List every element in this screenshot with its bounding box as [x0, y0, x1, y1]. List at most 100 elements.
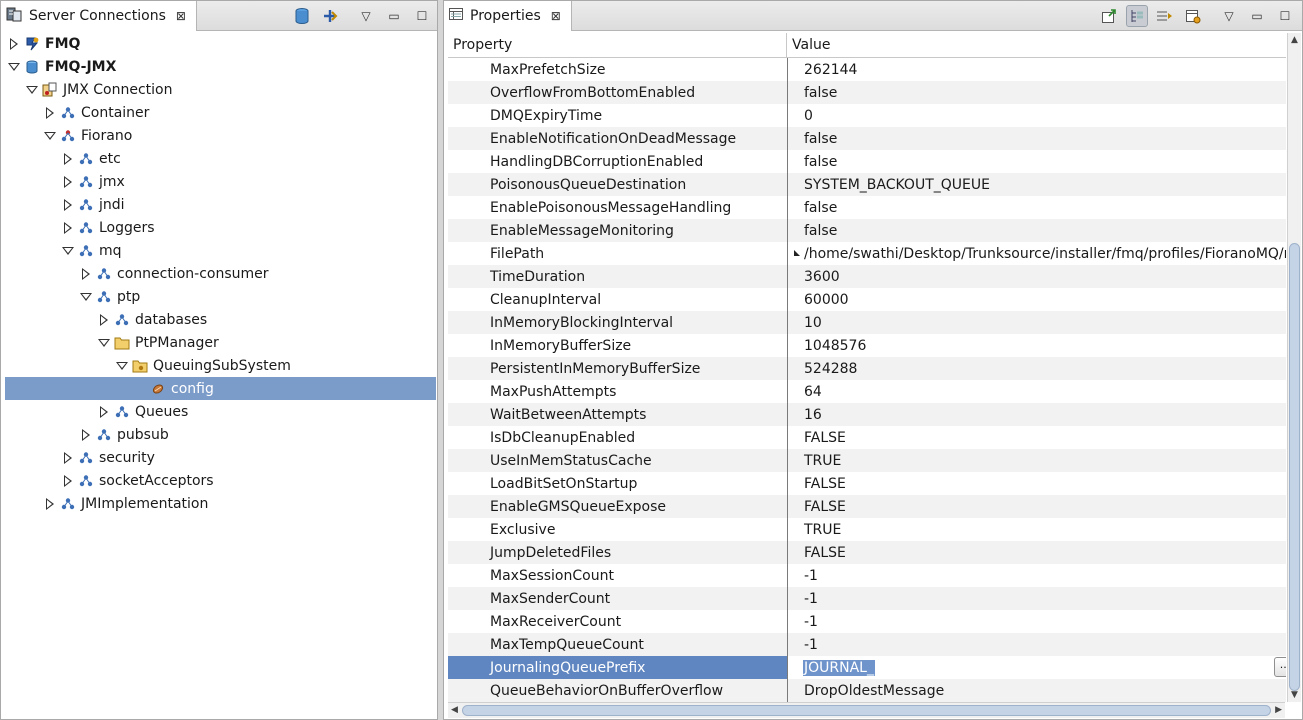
minimize-icon[interactable]: ▭: [383, 5, 405, 27]
restore-defaults-icon[interactable]: [1182, 5, 1204, 27]
scroll-right-icon[interactable]: ▶: [1275, 705, 1282, 715]
horizontal-scrollbar[interactable]: ◀ ▶: [448, 702, 1285, 718]
database-icon[interactable]: [291, 5, 313, 27]
connect-icon[interactable]: [319, 5, 341, 27]
maximize-icon[interactable]: ☐: [1274, 5, 1296, 27]
property-value[interactable]: -1: [788, 610, 1286, 633]
property-value[interactable]: 16: [788, 403, 1286, 426]
property-name[interactable]: MaxSessionCount: [448, 564, 788, 587]
property-row[interactable]: QueueBehaviorOnBufferOverflow DropOldestM…: [448, 679, 1286, 702]
view-menu-icon[interactable]: ▽: [1218, 5, 1240, 27]
expand-arrow-icon[interactable]: [59, 198, 77, 211]
collapse-arrow-icon[interactable]: [95, 338, 113, 347]
scroll-up-icon[interactable]: ▲: [1291, 35, 1298, 45]
tree-item-config[interactable]: config: [5, 377, 436, 400]
show-categories-icon[interactable]: [1126, 5, 1148, 27]
property-name[interactable]: EnablePoisonousMessageHandling: [448, 196, 788, 219]
property-value[interactable]: 524288: [788, 357, 1286, 380]
tree-item-security[interactable]: security: [5, 446, 436, 469]
edit-value-button[interactable]: ...: [1274, 657, 1286, 677]
property-name[interactable]: TimeDuration: [448, 265, 788, 288]
close-icon[interactable]: ⊠: [176, 9, 186, 23]
tree-item-databases[interactable]: databases: [5, 308, 436, 331]
property-name[interactable]: MaxReceiverCount: [448, 610, 788, 633]
collapse-arrow-icon[interactable]: [77, 292, 95, 301]
property-value[interactable]: 3600: [788, 265, 1286, 288]
vertical-scroll-thumb[interactable]: [1289, 243, 1300, 691]
property-value[interactable]: -1: [788, 633, 1286, 656]
property-name[interactable]: UseInMemStatusCache: [448, 449, 788, 472]
property-row[interactable]: EnableNotificationOnDeadMessage false: [448, 127, 1286, 150]
tree-item-mq[interactable]: mq: [5, 239, 436, 262]
property-name[interactable]: EnableGMSQueueExpose: [448, 495, 788, 518]
property-name[interactable]: HandlingDBCorruptionEnabled: [448, 150, 788, 173]
property-row[interactable]: EnablePoisonousMessageHandling false: [448, 196, 1286, 219]
property-value[interactable]: 60000: [788, 288, 1286, 311]
pin-to-selection-icon[interactable]: [1098, 5, 1120, 27]
property-value[interactable]: false: [788, 219, 1286, 242]
show-advanced-icon[interactable]: [1154, 5, 1176, 27]
property-value-editor[interactable]: JOURNAL_: [788, 656, 1286, 679]
property-name[interactable]: MaxPushAttempts: [448, 380, 788, 403]
property-name[interactable]: InMemoryBufferSize: [448, 334, 788, 357]
close-icon[interactable]: ⊠: [551, 9, 561, 23]
property-row[interactable]: JumpDeletedFiles FALSE: [448, 541, 1286, 564]
value-column-header[interactable]: Value: [787, 33, 830, 57]
property-value-input[interactable]: JOURNAL_: [802, 658, 876, 677]
property-row[interactable]: CleanupInterval 60000: [448, 288, 1286, 311]
tree-item-fmq-jmx[interactable]: FMQ-JMX: [5, 55, 436, 78]
property-value[interactable]: 0: [788, 104, 1286, 127]
property-value[interactable]: 10: [788, 311, 1286, 334]
property-name[interactable]: JumpDeletedFiles: [448, 541, 788, 564]
property-row[interactable]: OverflowFromBottomEnabled false: [448, 81, 1286, 104]
tree-item-etc[interactable]: etc: [5, 147, 436, 170]
property-value[interactable]: 64: [788, 380, 1286, 403]
property-name[interactable]: WaitBetweenAttempts: [448, 403, 788, 426]
property-value[interactable]: 1048576: [788, 334, 1286, 357]
maximize-icon[interactable]: ☐: [411, 5, 433, 27]
property-name[interactable]: LoadBitSetOnStartup: [448, 472, 788, 495]
tree-item-fiorano[interactable]: Fiorano: [5, 124, 436, 147]
property-value[interactable]: 262144: [788, 58, 1286, 81]
tree-item-queues[interactable]: Queues: [5, 400, 436, 423]
expand-arrow-icon[interactable]: [77, 267, 95, 280]
expand-arrow-icon[interactable]: [59, 152, 77, 165]
view-menu-icon[interactable]: ▽: [355, 5, 377, 27]
tree-item-fmq[interactable]: FMQ: [5, 32, 436, 55]
property-value[interactable]: -1: [788, 587, 1286, 610]
expand-arrow-icon[interactable]: [59, 451, 77, 464]
tree-item-socketacceptors[interactable]: socketAcceptors: [5, 469, 436, 492]
property-value[interactable]: -1: [788, 564, 1286, 587]
property-name[interactable]: EnableMessageMonitoring: [448, 219, 788, 242]
property-row[interactable]: MaxPushAttempts 64: [448, 380, 1286, 403]
property-name[interactable]: EnableNotificationOnDeadMessage: [448, 127, 788, 150]
scroll-down-icon[interactable]: ▼: [1291, 690, 1298, 700]
property-name[interactable]: Exclusive: [448, 518, 788, 541]
property-value[interactable]: false: [788, 127, 1286, 150]
property-value[interactable]: TRUE: [788, 449, 1286, 472]
property-value[interactable]: SYSTEM_BACKOUT_QUEUE: [788, 173, 1286, 196]
tree-item-pubsub[interactable]: pubsub: [5, 423, 436, 446]
property-row[interactable]: MaxSessionCount -1: [448, 564, 1286, 587]
property-row[interactable]: HandlingDBCorruptionEnabled false: [448, 150, 1286, 173]
tree-item-jmimplementation[interactable]: JMImplementation: [5, 492, 436, 515]
collapse-arrow-icon[interactable]: [5, 62, 23, 71]
scroll-left-icon[interactable]: ◀: [451, 705, 458, 715]
tree-item-container[interactable]: Container: [5, 101, 436, 124]
property-row[interactable]: WaitBetweenAttempts 16: [448, 403, 1286, 426]
property-row[interactable]: LoadBitSetOnStartup FALSE: [448, 472, 1286, 495]
server-connections-tab[interactable]: Server Connections ⊠: [1, 1, 197, 31]
expand-arrow-icon[interactable]: [59, 221, 77, 234]
expand-arrow-icon[interactable]: [95, 313, 113, 326]
property-name[interactable]: MaxSenderCount: [448, 587, 788, 610]
property-name[interactable]: FilePath: [448, 242, 788, 265]
property-row[interactable]: DMQExpiryTime 0: [448, 104, 1286, 127]
property-name[interactable]: QueueBehaviorOnBufferOverflow: [448, 679, 788, 702]
property-name[interactable]: DMQExpiryTime: [448, 104, 788, 127]
property-name[interactable]: OverflowFromBottomEnabled: [448, 81, 788, 104]
expand-arrow-icon[interactable]: [59, 474, 77, 487]
property-value[interactable]: false: [788, 150, 1286, 173]
tree-item-ptpmanager[interactable]: PtPManager: [5, 331, 436, 354]
tree-item-queuingsubsystem[interactable]: QueuingSubSystem: [5, 354, 436, 377]
property-value[interactable]: /home/swathi/Desktop/Trunksource/install…: [788, 242, 1286, 265]
